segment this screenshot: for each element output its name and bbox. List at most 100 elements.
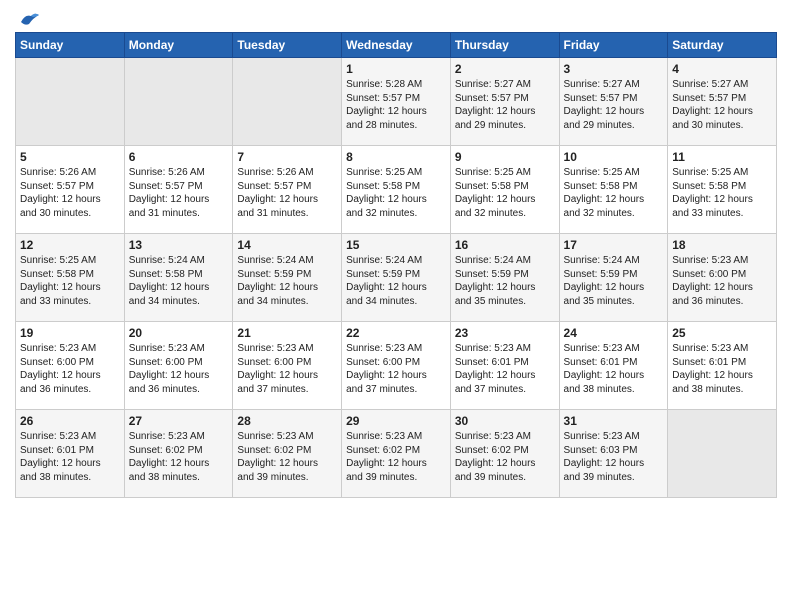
sunset-text: Sunset: 5:57 PM [672, 93, 746, 104]
sunrise-text: Sunrise: 5:23 AM [455, 343, 531, 354]
day-number: 30 [455, 414, 555, 428]
calendar-week-row: 26 Sunrise: 5:23 AM Sunset: 6:01 PM Dayl… [16, 410, 777, 498]
sunrise-text: Sunrise: 5:23 AM [564, 431, 640, 442]
calendar-cell: 28 Sunrise: 5:23 AM Sunset: 6:02 PM Dayl… [233, 410, 342, 498]
weekday-header-wednesday: Wednesday [342, 33, 451, 58]
daylight-text: Daylight: 12 hours and 35 minutes. [455, 282, 536, 307]
calendar-table: SundayMondayTuesdayWednesdayThursdayFrid… [15, 32, 777, 498]
weekday-header-sunday: Sunday [16, 33, 125, 58]
daylight-text: Daylight: 12 hours and 38 minutes. [129, 458, 210, 483]
calendar-cell: 11 Sunrise: 5:25 AM Sunset: 5:58 PM Dayl… [668, 146, 777, 234]
day-number: 14 [237, 238, 337, 252]
calendar-cell: 6 Sunrise: 5:26 AM Sunset: 5:57 PM Dayli… [124, 146, 233, 234]
sunrise-text: Sunrise: 5:27 AM [564, 79, 640, 90]
day-number: 25 [672, 326, 772, 340]
day-number: 17 [564, 238, 664, 252]
sunset-text: Sunset: 5:59 PM [346, 269, 420, 280]
daylight-text: Daylight: 12 hours and 29 minutes. [455, 106, 536, 131]
weekday-header-friday: Friday [559, 33, 668, 58]
sunset-text: Sunset: 6:02 PM [455, 445, 529, 456]
sunset-text: Sunset: 6:02 PM [237, 445, 311, 456]
calendar-cell: 1 Sunrise: 5:28 AM Sunset: 5:57 PM Dayli… [342, 58, 451, 146]
sunrise-text: Sunrise: 5:25 AM [346, 167, 422, 178]
sunset-text: Sunset: 6:01 PM [455, 357, 529, 368]
calendar-cell: 18 Sunrise: 5:23 AM Sunset: 6:00 PM Dayl… [668, 234, 777, 322]
sunrise-text: Sunrise: 5:28 AM [346, 79, 422, 90]
sunrise-text: Sunrise: 5:23 AM [237, 343, 313, 354]
day-number: 2 [455, 62, 555, 76]
page-header [15, 10, 777, 26]
day-number: 27 [129, 414, 229, 428]
sunset-text: Sunset: 5:57 PM [455, 93, 529, 104]
daylight-text: Daylight: 12 hours and 38 minutes. [564, 370, 645, 395]
daylight-text: Daylight: 12 hours and 28 minutes. [346, 106, 427, 131]
daylight-text: Daylight: 12 hours and 30 minutes. [20, 194, 101, 219]
calendar-week-row: 19 Sunrise: 5:23 AM Sunset: 6:00 PM Dayl… [16, 322, 777, 410]
weekday-header-thursday: Thursday [450, 33, 559, 58]
daylight-text: Daylight: 12 hours and 37 minutes. [237, 370, 318, 395]
sunrise-text: Sunrise: 5:26 AM [20, 167, 96, 178]
sunset-text: Sunset: 6:00 PM [346, 357, 420, 368]
day-number: 26 [20, 414, 120, 428]
sunset-text: Sunset: 5:58 PM [455, 181, 529, 192]
sunset-text: Sunset: 5:58 PM [564, 181, 638, 192]
daylight-text: Daylight: 12 hours and 30 minutes. [672, 106, 753, 131]
calendar-cell: 26 Sunrise: 5:23 AM Sunset: 6:01 PM Dayl… [16, 410, 125, 498]
day-number: 3 [564, 62, 664, 76]
sunset-text: Sunset: 5:58 PM [672, 181, 746, 192]
sunset-text: Sunset: 6:00 PM [20, 357, 94, 368]
daylight-text: Daylight: 12 hours and 32 minutes. [455, 194, 536, 219]
sunrise-text: Sunrise: 5:23 AM [672, 343, 748, 354]
sunrise-text: Sunrise: 5:23 AM [237, 431, 313, 442]
daylight-text: Daylight: 12 hours and 39 minutes. [346, 458, 427, 483]
daylight-text: Daylight: 12 hours and 33 minutes. [20, 282, 101, 307]
sunset-text: Sunset: 5:58 PM [129, 269, 203, 280]
sunset-text: Sunset: 5:57 PM [129, 181, 203, 192]
sunset-text: Sunset: 5:59 PM [564, 269, 638, 280]
daylight-text: Daylight: 12 hours and 31 minutes. [129, 194, 210, 219]
day-number: 16 [455, 238, 555, 252]
calendar-cell: 20 Sunrise: 5:23 AM Sunset: 6:00 PM Dayl… [124, 322, 233, 410]
calendar-cell [124, 58, 233, 146]
day-number: 24 [564, 326, 664, 340]
daylight-text: Daylight: 12 hours and 33 minutes. [672, 194, 753, 219]
daylight-text: Daylight: 12 hours and 31 minutes. [237, 194, 318, 219]
calendar-cell: 16 Sunrise: 5:24 AM Sunset: 5:59 PM Dayl… [450, 234, 559, 322]
sunset-text: Sunset: 6:00 PM [129, 357, 203, 368]
weekday-header-saturday: Saturday [668, 33, 777, 58]
calendar-cell: 12 Sunrise: 5:25 AM Sunset: 5:58 PM Dayl… [16, 234, 125, 322]
sunrise-text: Sunrise: 5:24 AM [129, 255, 205, 266]
calendar-cell: 24 Sunrise: 5:23 AM Sunset: 6:01 PM Dayl… [559, 322, 668, 410]
day-number: 8 [346, 150, 446, 164]
sunrise-text: Sunrise: 5:26 AM [129, 167, 205, 178]
sunset-text: Sunset: 5:59 PM [455, 269, 529, 280]
calendar-cell: 22 Sunrise: 5:23 AM Sunset: 6:00 PM Dayl… [342, 322, 451, 410]
sunrise-text: Sunrise: 5:27 AM [672, 79, 748, 90]
daylight-text: Daylight: 12 hours and 34 minutes. [129, 282, 210, 307]
daylight-text: Daylight: 12 hours and 38 minutes. [20, 458, 101, 483]
day-number: 29 [346, 414, 446, 428]
weekday-header-monday: Monday [124, 33, 233, 58]
day-number: 18 [672, 238, 772, 252]
sunrise-text: Sunrise: 5:24 AM [455, 255, 531, 266]
calendar-cell: 27 Sunrise: 5:23 AM Sunset: 6:02 PM Dayl… [124, 410, 233, 498]
day-number: 22 [346, 326, 446, 340]
calendar-cell: 23 Sunrise: 5:23 AM Sunset: 6:01 PM Dayl… [450, 322, 559, 410]
calendar-cell [668, 410, 777, 498]
calendar-week-row: 12 Sunrise: 5:25 AM Sunset: 5:58 PM Dayl… [16, 234, 777, 322]
day-number: 13 [129, 238, 229, 252]
calendar-cell [233, 58, 342, 146]
sunset-text: Sunset: 6:01 PM [20, 445, 94, 456]
calendar-cell: 14 Sunrise: 5:24 AM Sunset: 5:59 PM Dayl… [233, 234, 342, 322]
day-number: 5 [20, 150, 120, 164]
daylight-text: Daylight: 12 hours and 37 minutes. [346, 370, 427, 395]
sunrise-text: Sunrise: 5:23 AM [346, 343, 422, 354]
calendar-week-row: 5 Sunrise: 5:26 AM Sunset: 5:57 PM Dayli… [16, 146, 777, 234]
day-number: 12 [20, 238, 120, 252]
daylight-text: Daylight: 12 hours and 39 minutes. [237, 458, 318, 483]
calendar-week-row: 1 Sunrise: 5:28 AM Sunset: 5:57 PM Dayli… [16, 58, 777, 146]
sunset-text: Sunset: 6:00 PM [237, 357, 311, 368]
sunrise-text: Sunrise: 5:25 AM [672, 167, 748, 178]
sunrise-text: Sunrise: 5:23 AM [455, 431, 531, 442]
sunset-text: Sunset: 6:01 PM [564, 357, 638, 368]
